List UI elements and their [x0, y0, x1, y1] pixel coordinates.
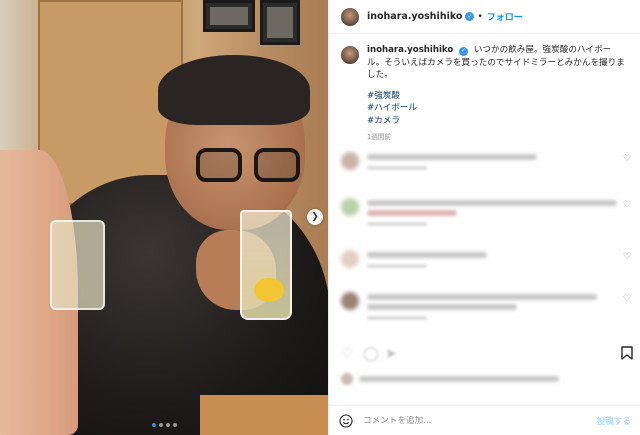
comment-item: ♡ [341, 196, 633, 226]
carousel-dot [166, 423, 170, 427]
verified-badge-icon: ✓ [465, 12, 475, 21]
hashtag-list: #強炭酸 #ハイボール #カメラ [367, 90, 628, 128]
carousel-dot [159, 423, 163, 427]
comment-avatar[interactable] [341, 292, 359, 310]
hashtag-link[interactable]: #ハイボール [367, 102, 628, 115]
avatar [341, 373, 353, 385]
wall-frame [260, 0, 300, 45]
comment-avatar[interactable] [341, 250, 359, 268]
comment-bar: 投稿する [329, 405, 640, 435]
highball-glass [240, 210, 292, 320]
heart-icon[interactable]: ♡ [341, 346, 354, 362]
header-username[interactable]: inohara.yoshihiko [367, 11, 462, 22]
heart-icon[interactable]: ♡ [623, 252, 633, 262]
share-icon[interactable]: ➤ [385, 346, 397, 362]
heart-icon[interactable]: ♡ [623, 200, 633, 210]
carousel-dot [173, 423, 177, 427]
post-timestamp[interactable]: 1週間前 [367, 131, 628, 144]
post-actions: ♡ ◯ ➤ [341, 344, 633, 366]
foreground-glass [50, 220, 105, 310]
bookmark-icon[interactable] [621, 346, 633, 360]
comment-item: ♡ [341, 248, 633, 274]
post-header: inohara.yoshihiko ✓ • フォロー [329, 0, 640, 34]
person-hair [158, 55, 310, 125]
comment-avatar[interactable] [341, 198, 359, 216]
table-edge [200, 395, 328, 435]
avatar[interactable] [341, 7, 359, 26]
avatar[interactable] [341, 46, 359, 64]
post-comment-button[interactable]: 投稿する [597, 415, 631, 427]
post-side-panel: inohara.yoshihiko ✓ • フォロー inohara.yoshi… [328, 0, 640, 435]
comment-item: ♡ [341, 290, 633, 320]
lemon-slice [254, 278, 284, 302]
emoji-icon[interactable] [339, 413, 353, 428]
carousel-dot-active [152, 423, 156, 427]
hashtag-link[interactable]: #強炭酸 [367, 90, 628, 103]
follow-button[interactable]: フォロー [487, 10, 523, 23]
heart-icon[interactable]: ♡ [623, 154, 633, 164]
heart-icon[interactable]: ♡ [623, 294, 633, 304]
post-photo[interactable]: ❯ [0, 0, 328, 435]
carousel-dots [152, 423, 177, 427]
comment-avatar[interactable] [341, 152, 359, 170]
wall-frame [203, 0, 255, 32]
verified-badge-icon: ✓ [459, 46, 469, 56]
caption-username[interactable]: inohara.yoshihiko [367, 45, 453, 55]
comment-icon[interactable]: ◯ [363, 346, 379, 362]
comment-item: ♡ [341, 150, 633, 176]
chevron-right-icon[interactable]: ❯ [307, 209, 323, 225]
hashtag-link[interactable]: #カメラ [367, 115, 628, 128]
header-separator: • [477, 11, 483, 22]
likes-text [359, 376, 559, 382]
person-glasses [196, 148, 306, 188]
likes-summary [341, 373, 559, 385]
post-caption: inohara.yoshihiko ✓ いつかの飲み屋。強炭酸のハイボール。そう… [329, 34, 640, 144]
comment-input[interactable] [363, 415, 597, 426]
